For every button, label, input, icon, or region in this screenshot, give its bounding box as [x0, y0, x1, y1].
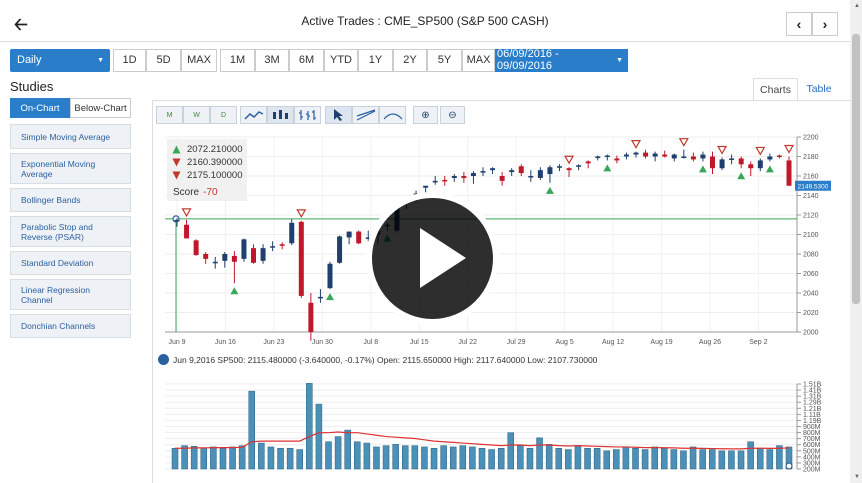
down-signal-icon	[172, 171, 181, 180]
trendline-draw-icon[interactable]	[352, 106, 379, 124]
signal-legend: 2072.210000 2160.390000 2175.100000 Scor…	[167, 139, 247, 201]
legend-row: 2072.210000	[167, 143, 247, 156]
play-icon	[420, 228, 466, 288]
up-signal-icon	[172, 145, 181, 154]
scroll-thumb[interactable]	[852, 34, 860, 304]
range-5d-button[interactable]: 5D	[146, 48, 181, 72]
legend-row: 2175.100000	[167, 169, 247, 182]
previous-button[interactable]: ‹	[786, 12, 812, 36]
ohlc-glyph	[298, 110, 316, 120]
chevron-down-icon: ▼	[616, 56, 623, 64]
study-standard-deviation[interactable]: Standard Deviation	[10, 251, 131, 275]
video-play-button[interactable]	[366, 192, 499, 325]
next-button[interactable]: ›	[812, 12, 838, 36]
range-max-long-button[interactable]: MAX	[462, 48, 495, 72]
legend-value: 2175.100000	[187, 170, 243, 181]
top-bar: 🡠 Active Trades : CME_SP500 (S&P 500 CAS…	[0, 0, 850, 42]
line-chart-glyph	[243, 111, 263, 120]
period-select-value: Daily	[17, 54, 42, 66]
candlestick-glyph	[272, 110, 288, 119]
range-6m-button[interactable]: 6M	[289, 48, 324, 72]
annotation-glyph	[383, 113, 402, 120]
price-info-text: Jun 9,2016 SP500: 2115.480000 (-3.640000…	[173, 354, 598, 365]
range-group-a: 1D 5D MAX	[113, 48, 217, 72]
score-label: Score	[173, 187, 200, 198]
down-signal-icon	[172, 158, 181, 167]
period-select[interactable]: Daily ▼	[10, 48, 110, 72]
study-linear-regression-channel[interactable]: Linear Regression Channel	[10, 279, 131, 310]
date-range-select[interactable]: 06/09/2016 - 09/09/2016 ▼	[495, 48, 628, 72]
vertical-scrollbar[interactable]: ▲ ▼	[850, 0, 862, 483]
range-2y-button[interactable]: 2Y	[393, 48, 427, 72]
trendline-glyph	[356, 109, 375, 121]
range-1d-button[interactable]: 1D	[113, 48, 146, 72]
toolbar: Daily ▼ 1D 5D MAX 1M 3M 6M YTD 1Y 2Y 5Y …	[10, 48, 628, 72]
scroll-up-icon[interactable]: ▲	[854, 3, 860, 9]
cursor-pointer-icon[interactable]	[325, 106, 352, 124]
price-info-line: Jun 9,2016 SP500: 2115.480000 (-3.640000…	[158, 354, 597, 365]
study-donchian-channels[interactable]: Donchian Channels	[10, 314, 131, 338]
range-ytd-button[interactable]: YTD	[324, 48, 358, 72]
range-1y-button[interactable]: 1Y	[358, 48, 393, 72]
legend-value: 2072.210000	[187, 144, 243, 155]
candlestick-chart-icon[interactable]	[267, 106, 294, 124]
range-5y-button[interactable]: 5Y	[427, 48, 462, 72]
cursor-glyph	[333, 109, 343, 121]
annotation-draw-icon[interactable]	[379, 106, 406, 124]
score: Score -70	[167, 187, 247, 198]
tab-charts[interactable]: Charts	[753, 78, 798, 100]
monthly-view-icon[interactable]: M	[156, 106, 183, 124]
chevron-down-icon: ▼	[97, 56, 104, 64]
date-range-value: 06/09/2016 - 09/09/2016	[497, 48, 559, 72]
on-chart-tab[interactable]: On-Chart	[10, 98, 70, 118]
study-exponential-moving-average[interactable]: Exponential Moving Average	[10, 153, 131, 184]
line-chart-icon[interactable]	[240, 106, 267, 124]
zoom-in-icon[interactable]: ⊕	[413, 106, 438, 124]
study-simple-moving-average[interactable]: Simple Moving Average	[10, 124, 131, 149]
range-1m-button[interactable]: 1M	[220, 48, 255, 72]
page-title: Active Trades : CME_SP500 (S&P 500 CASH)	[301, 14, 549, 28]
below-chart-tab[interactable]: Below-Chart	[70, 98, 131, 118]
nav-buttons: ‹ ›	[786, 12, 838, 36]
range-max-button[interactable]: MAX	[181, 48, 217, 72]
study-parabolic-sar[interactable]: Parabolic Stop and Reverse (PSAR)	[10, 216, 131, 247]
view-tabs: Charts Table	[753, 78, 840, 100]
tab-table[interactable]: Table	[798, 78, 840, 100]
studies-title: Studies	[10, 79, 54, 94]
legend-row: 2160.390000	[167, 156, 247, 169]
ohlc-chart-icon[interactable]	[294, 106, 321, 124]
zoom-out-icon[interactable]: ⊖	[440, 106, 465, 124]
range-3m-button[interactable]: 3M	[255, 48, 289, 72]
daily-view-icon[interactable]: D	[210, 106, 237, 124]
legend-value: 2160.390000	[187, 157, 243, 168]
range-group-b: 1M 3M 6M YTD 1Y 2Y 5Y MAX	[220, 48, 495, 72]
chart-panel	[152, 100, 850, 483]
chart-info-icon	[158, 354, 169, 365]
score-value: -70	[203, 187, 218, 198]
scroll-down-icon[interactable]: ▼	[854, 474, 860, 480]
study-bollinger-bands[interactable]: Bollinger Bands	[10, 188, 131, 212]
studies-segment: On-Chart Below-Chart	[10, 98, 131, 118]
weekly-view-icon[interactable]: W	[183, 106, 210, 124]
